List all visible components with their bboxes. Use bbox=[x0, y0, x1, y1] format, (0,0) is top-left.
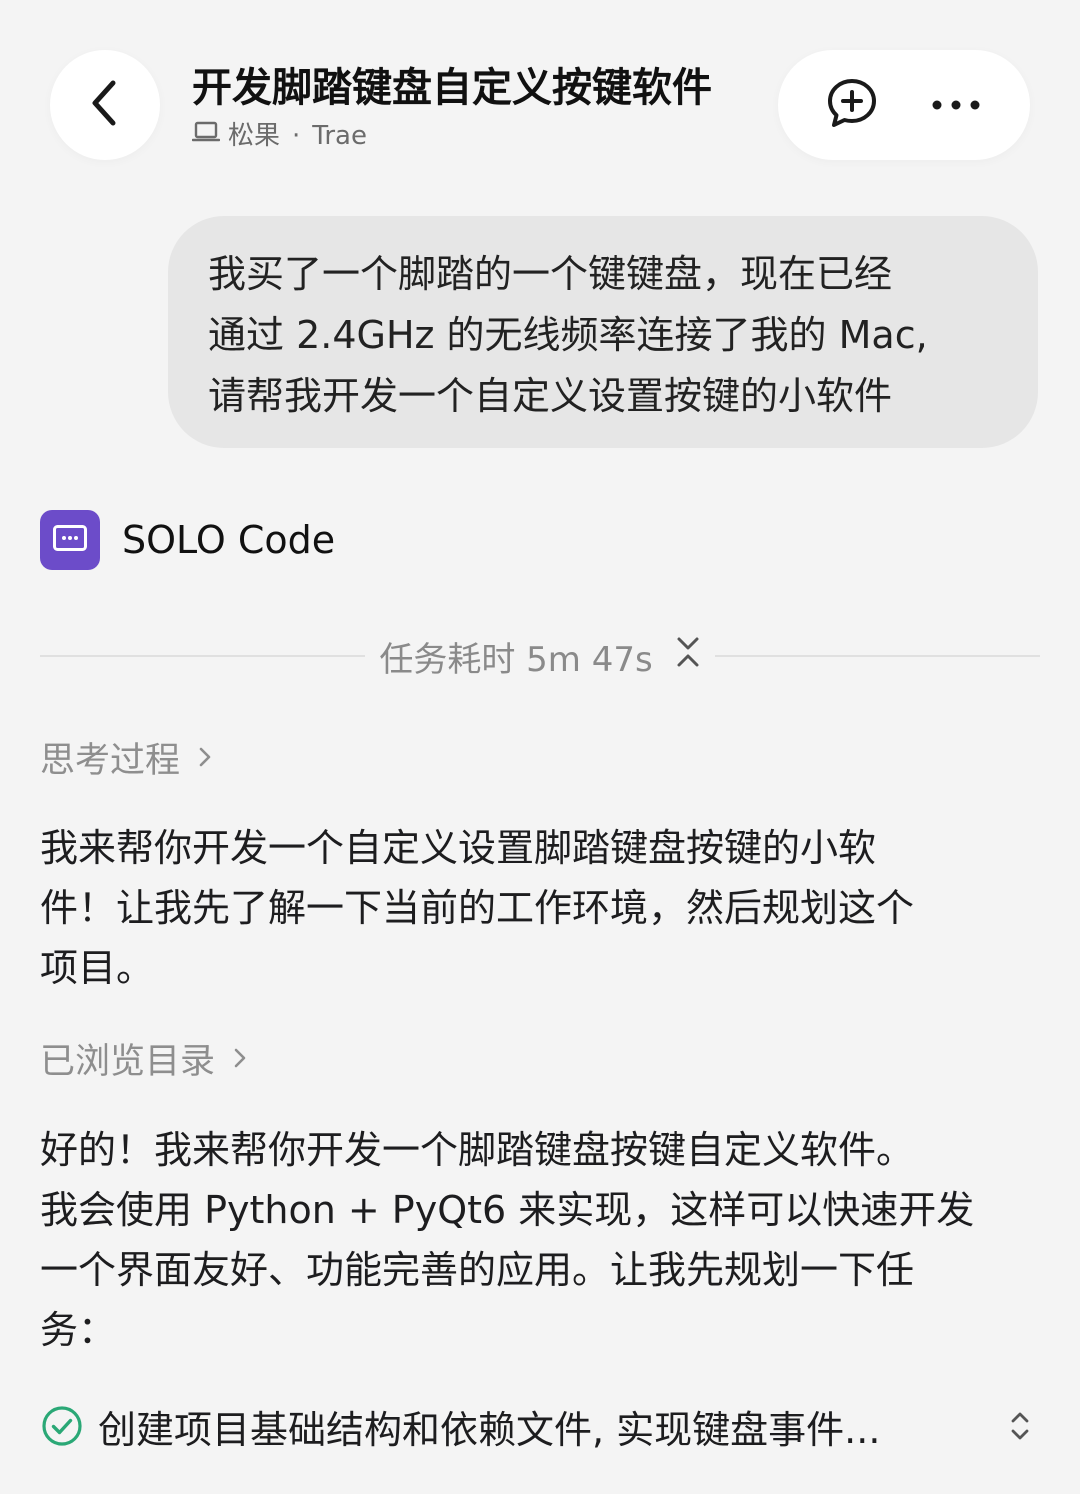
terminal-icon bbox=[53, 525, 87, 555]
app-name: Trae bbox=[312, 121, 367, 151]
agent-avatar bbox=[40, 510, 100, 570]
new-chat-button[interactable] bbox=[812, 65, 892, 145]
collapse-icon bbox=[675, 635, 701, 678]
more-horizontal-icon bbox=[931, 96, 981, 115]
agent-header: SOLO Code bbox=[40, 510, 335, 570]
chevron-right-icon bbox=[233, 1038, 247, 1078]
back-button[interactable] bbox=[50, 50, 160, 160]
add-comment-icon bbox=[825, 76, 879, 134]
reply-line: 我会使用 Python + PyQt6 来实现，这样可以快速开发 bbox=[40, 1188, 975, 1232]
browsed-directory-toggle[interactable]: 已浏览目录 bbox=[40, 1033, 247, 1083]
header-actions bbox=[778, 50, 1030, 160]
header-subtitle: 松果 · Trae bbox=[191, 118, 772, 154]
reply-line: 项目。 bbox=[40, 946, 155, 990]
task-item[interactable]: 创建项目基础结构和依赖文件, 实现键盘事件... bbox=[40, 1396, 1040, 1456]
agent-name: SOLO Code bbox=[122, 518, 336, 562]
divider-line bbox=[40, 655, 366, 657]
chevron-right-icon bbox=[198, 737, 212, 777]
task-duration-toggle[interactable]: 任务耗时 5m 47s bbox=[365, 632, 714, 681]
agent-reply: 好的！我来帮你开发一个脚踏键盘按键自定义软件。 我会使用 Python + Py… bbox=[40, 1120, 1050, 1360]
user-message-line: 通过 2.4GHz 的无线频率连接了我的 Mac, bbox=[208, 313, 928, 357]
reply-line: 我来帮你开发一个自定义设置脚踏键盘按键的小软 bbox=[40, 826, 877, 870]
divider-line bbox=[714, 655, 1041, 657]
subtitle-separator: · bbox=[292, 121, 301, 151]
browsed-label: 已浏览目录 bbox=[40, 1041, 216, 1082]
agent-reply: 我来帮你开发一个自定义设置脚踏键盘按键的小软 件！让我先了解一下当前的工作环境，… bbox=[40, 818, 1050, 998]
more-button[interactable] bbox=[916, 65, 996, 145]
user-message-line: 请帮我开发一个自定义设置按键的小软件 bbox=[208, 374, 893, 418]
thinking-label: 思考过程 bbox=[40, 740, 181, 781]
user-message-bubble: 我买了一个脚踏的一个键键盘，现在已经 通过 2.4GHz 的无线频率连接了我的 … bbox=[168, 216, 1038, 448]
reply-line: 务： bbox=[40, 1308, 117, 1352]
expand-vertical-icon[interactable] bbox=[1000, 1401, 1040, 1451]
user-message-line: 我买了一个脚踏的一个键键盘，现在已经 bbox=[208, 252, 893, 296]
reply-line: 件！让我先了解一下当前的工作环境，然后规划这个 bbox=[40, 886, 915, 930]
laptop-icon bbox=[191, 118, 221, 154]
chat-screen: 开发脚踏键盘自定义按键软件 松果 · Trae 我买了一个脚踏的一个键键盘，现在… bbox=[0, 0, 1080, 1494]
device-name: 松果 bbox=[228, 121, 281, 151]
task-text: 创建项目基础结构和依赖文件, 实现键盘事件... bbox=[98, 1407, 881, 1452]
task-duration-divider: 任务耗时 5m 47s bbox=[40, 628, 1041, 684]
thinking-process-toggle[interactable]: 思考过程 bbox=[40, 732, 212, 782]
check-circle-icon bbox=[40, 1404, 84, 1448]
task-duration: 任务耗时 5m 47s bbox=[379, 639, 653, 680]
page-title: 开发脚踏键盘自定义按键软件 bbox=[192, 65, 712, 111]
chevron-left-icon bbox=[85, 79, 125, 131]
header-title-block: 开发脚踏键盘自定义按键软件 松果 · Trae bbox=[191, 60, 772, 154]
reply-line: 好的！我来帮你开发一个脚踏键盘按键自定义软件。 bbox=[40, 1128, 915, 1172]
reply-line: 一个界面友好、功能完善的应用。让我先规划一下任 bbox=[40, 1248, 915, 1292]
